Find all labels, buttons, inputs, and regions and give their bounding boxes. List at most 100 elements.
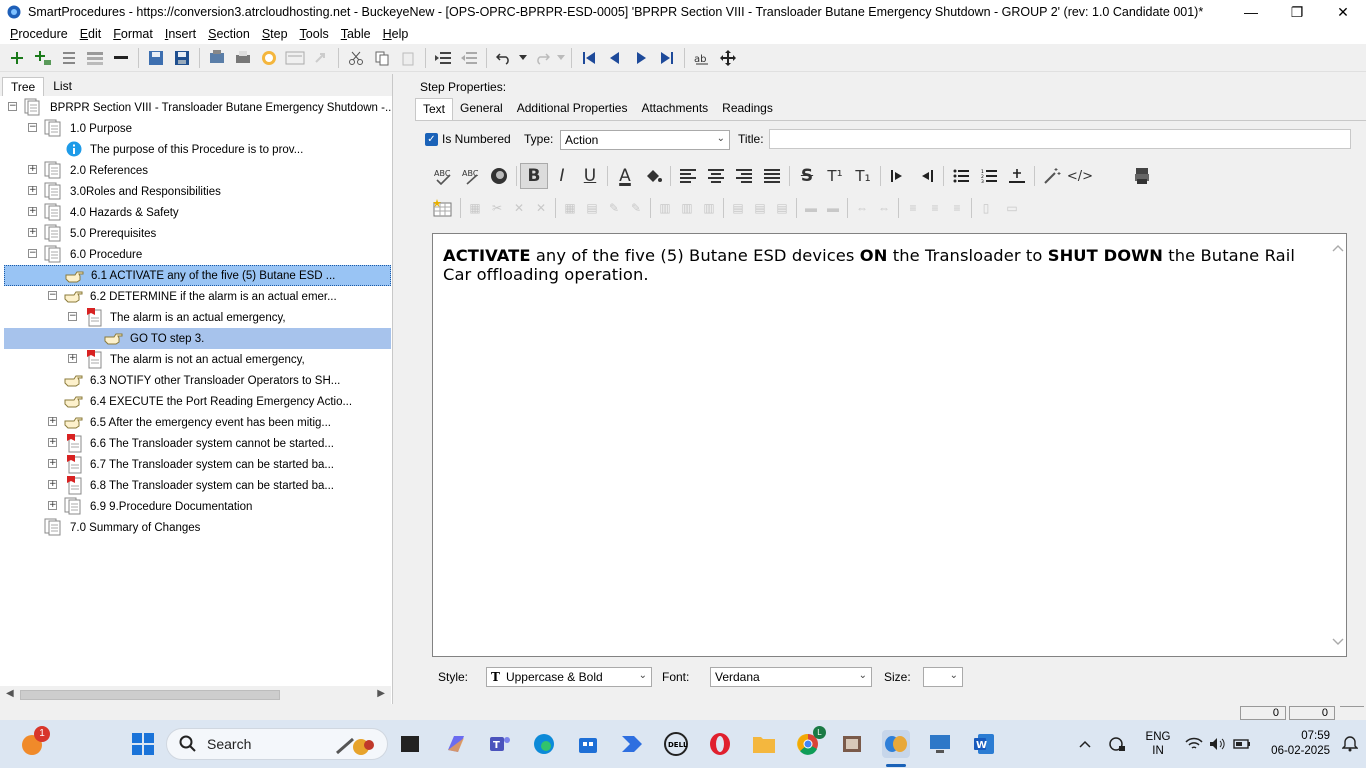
bold-button[interactable]: B <box>520 163 548 189</box>
collapse-icon[interactable]: − <box>48 291 57 300</box>
tree-node[interactable]: +4.0 Hazards & Safety <box>0 202 391 223</box>
chevron-up-icon[interactable] <box>1070 740 1100 748</box>
expand-icon[interactable]: + <box>28 207 37 216</box>
store-icon[interactable] <box>574 730 602 758</box>
insert-break-icon[interactable] <box>1003 163 1031 189</box>
cell-edit-icon[interactable]: ✎ <box>603 197 625 219</box>
tree-node[interactable]: − BPRPR Section VIII - Transloader Butane… <box>0 97 392 118</box>
size-select[interactable]: ⌄ <box>923 667 963 687</box>
add-icon[interactable] <box>4 46 30 70</box>
insert-col-left-icon[interactable]: ▥ <box>654 197 676 219</box>
move-icon[interactable] <box>715 46 741 70</box>
tree-node[interactable]: +6.9 9.Procedure Documentation <box>0 496 391 517</box>
title-input[interactable] <box>769 129 1351 149</box>
decrease-indent-icon[interactable] <box>912 163 940 189</box>
undo-icon[interactable] <box>491 46 517 70</box>
tab-text[interactable]: Text <box>415 98 454 120</box>
menu-table[interactable]: Table <box>335 27 377 41</box>
font-color-button[interactable]: A <box>611 163 639 189</box>
scroll-thumb[interactable] <box>20 690 280 700</box>
outdent-icon[interactable] <box>456 46 482 70</box>
is-numbered-checkbox[interactable]: ✓ <box>425 132 438 146</box>
split-row-icon[interactable]: ▬ <box>822 197 844 219</box>
clock[interactable]: 07:59 06-02-2025 <box>1254 729 1334 759</box>
task-view-icon[interactable] <box>396 730 424 758</box>
tree-node[interactable]: + The alarm is not an actual emergency, <box>0 349 391 370</box>
undo-dropdown-icon[interactable] <box>517 46 529 70</box>
menu-insert[interactable]: Insert <box>159 27 202 41</box>
tree-node[interactable]: 6.1 ACTIVATE any of the five (5) Butane … <box>4 265 391 286</box>
magic-wand-icon[interactable] <box>1038 163 1066 189</box>
type-select[interactable]: Action ⌄ <box>560 130 730 150</box>
align-cell-right-icon[interactable]: ≡ <box>946 197 968 219</box>
previous-icon[interactable] <box>602 46 628 70</box>
network-status-icon[interactable] <box>1100 735 1134 753</box>
tree-node[interactable]: +3.0Roles and Responsibilities <box>0 181 391 202</box>
collapse-icon[interactable]: − <box>8 102 17 111</box>
delete-col-icon[interactable]: ▥ <box>698 197 720 219</box>
insert-table-icon[interactable] <box>429 197 457 219</box>
wifi-icon[interactable] <box>1182 737 1206 751</box>
merge-row-icon[interactable]: ▬ <box>800 197 822 219</box>
distribute-cols-icon[interactable]: ⇔ <box>851 197 873 219</box>
spellcheck-icon[interactable]: ABC <box>429 163 457 189</box>
tab-readings[interactable]: Readings <box>715 98 780 120</box>
tree-node[interactable]: +5.0 Prerequisites <box>0 223 391 244</box>
tab-attachments[interactable]: Attachments <box>634 98 715 120</box>
dell-icon[interactable]: DELL <box>662 730 690 758</box>
power-automate-icon[interactable] <box>618 730 646 758</box>
opera-icon[interactable] <box>706 730 734 758</box>
panel-splitter[interactable] <box>393 74 403 704</box>
highlight-icon[interactable] <box>485 163 513 189</box>
browser-icon[interactable] <box>256 46 282 70</box>
delete-row-icon[interactable]: ▤ <box>771 197 793 219</box>
copy-icon[interactable] <box>369 46 395 70</box>
language-indicator[interactable]: ENG IN <box>1134 730 1182 758</box>
collapse-icon[interactable]: − <box>28 249 37 258</box>
menu-procedure[interactable]: Procedure <box>4 27 74 41</box>
align-right-icon[interactable] <box>730 163 758 189</box>
outline-icon[interactable] <box>82 46 108 70</box>
tree-node[interactable]: +2.0 References <box>0 160 391 181</box>
subscript-button[interactable]: T₁ <box>849 163 877 189</box>
cell-height-icon[interactable]: ▯ <box>975 197 997 219</box>
delete-cell-icon[interactable]: ✂ <box>486 197 508 219</box>
tree-node[interactable]: − The alarm is an actual emergency, <box>0 307 391 328</box>
cut-icon[interactable] <box>343 46 369 70</box>
font-select[interactable]: Verdana ⌄ <box>710 667 872 687</box>
tree-node[interactable]: +6.5 After the emergency event has been … <box>0 412 391 433</box>
align-cell-center-icon[interactable]: ≡ <box>924 197 946 219</box>
table-props-icon[interactable]: ▦ <box>464 197 486 219</box>
tree-node[interactable]: − 6.2 DETERMINE if the alarm is an actual… <box>0 286 391 307</box>
expand-icon[interactable]: + <box>48 417 57 426</box>
expand-icon[interactable]: + <box>28 165 37 174</box>
delete-icon[interactable] <box>108 46 134 70</box>
chrome-icon[interactable]: L <box>794 726 826 758</box>
smartprocedures-active-icon[interactable] <box>882 730 910 758</box>
menu-help[interactable]: Help <box>377 27 415 41</box>
row-props-icon[interactable]: ▤ <box>581 197 603 219</box>
scroll-up-icon[interactable] <box>1332 244 1344 252</box>
italic-button[interactable]: I <box>548 163 576 189</box>
scroll-left-icon[interactable]: ◀ <box>6 688 14 699</box>
print-icon[interactable] <box>230 46 256 70</box>
last-icon[interactable] <box>654 46 680 70</box>
increase-indent-icon[interactable] <box>884 163 912 189</box>
menu-format[interactable]: Format <box>107 27 159 41</box>
tree-node[interactable]: − 1.0 Purpose <box>0 118 391 139</box>
split-cell-icon[interactable]: ✕ <box>508 197 530 219</box>
form-icon[interactable] <box>282 46 308 70</box>
scroll-right-icon[interactable]: ▶ <box>377 688 385 699</box>
bullet-list-icon[interactable] <box>947 163 975 189</box>
tree-node[interactable]: +6.8 The Transloader system can be start… <box>0 475 391 496</box>
cell-format-icon[interactable]: ✎ <box>625 197 647 219</box>
word-icon[interactable]: W <box>970 730 998 758</box>
expand-icon[interactable]: + <box>48 480 57 489</box>
tree-node[interactable]: 6.4 EXECUTE the Port Reading Emergency A… <box>0 391 391 412</box>
redo-disabled-icon[interactable] <box>308 46 334 70</box>
save-icon[interactable] <box>169 46 195 70</box>
editor-vertical-scrollbar[interactable] <box>1330 234 1346 656</box>
expand-icon[interactable]: + <box>68 354 77 363</box>
merge-cells-icon[interactable]: ▦ <box>559 197 581 219</box>
insert-row-above-icon[interactable]: ▤ <box>727 197 749 219</box>
